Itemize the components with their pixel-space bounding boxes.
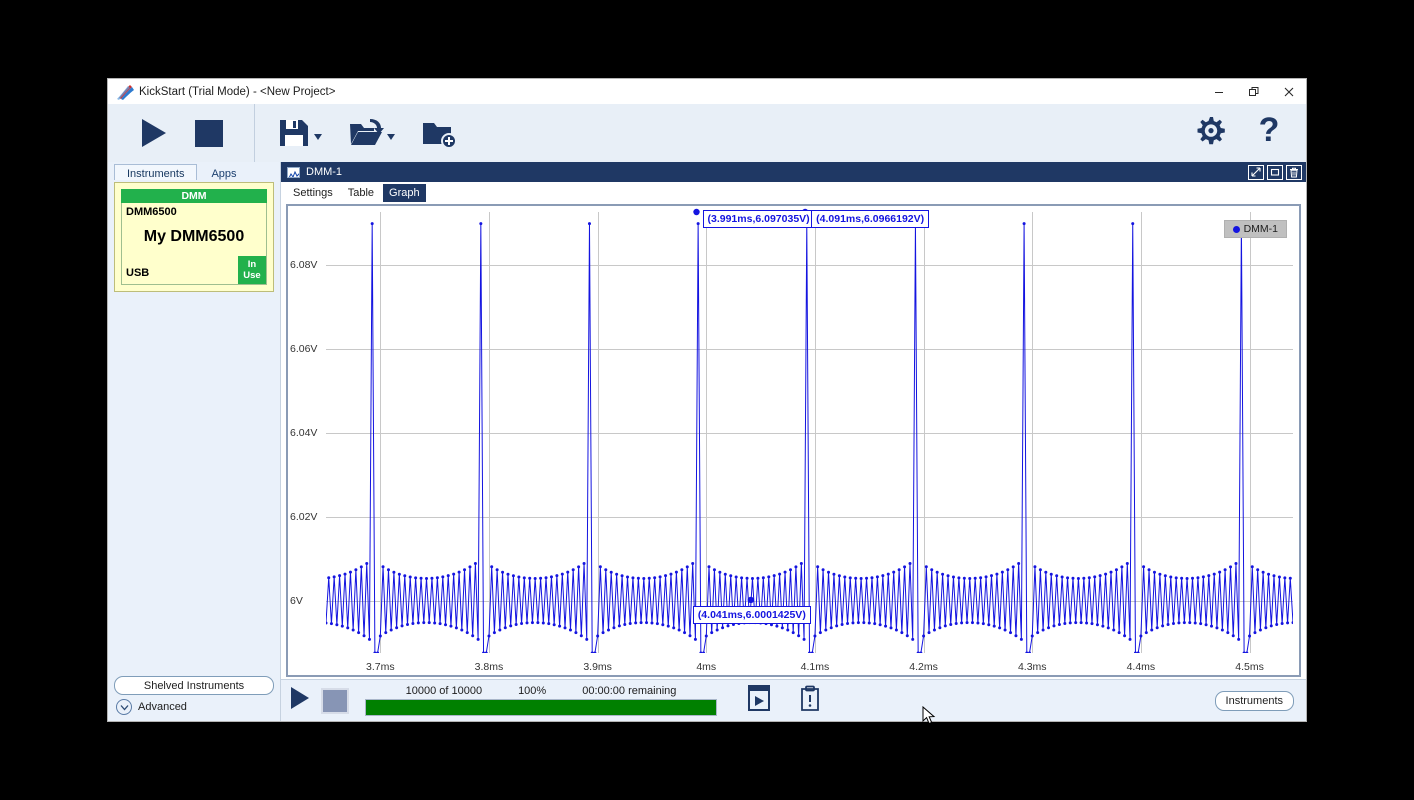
new-project-button[interactable]: [421, 116, 457, 150]
save-dropdown-caret-icon[interactable]: [314, 133, 322, 142]
instrument-card[interactable]: DMM DMM6500 My DMM6500 USB In Use: [114, 182, 274, 292]
close-button[interactable]: [1271, 79, 1306, 104]
progress-bar: [365, 699, 717, 716]
progress-bar-fill: [366, 700, 716, 715]
open-button[interactable]: [348, 116, 395, 150]
save-button[interactable]: [277, 116, 322, 150]
progress-remaining: 00:00:00 remaining: [582, 685, 677, 697]
graph-container[interactable]: 6V 6.02V 6.04V 6.06V 6.08V 3.7ms 3.8ms 3.9ms 4ms…: [286, 204, 1301, 677]
stop-square-icon: [192, 116, 226, 150]
open-dropdown-caret-icon[interactable]: [387, 133, 395, 142]
panel-header-buttons: [1248, 164, 1302, 180]
settings-button[interactable]: [1192, 113, 1228, 154]
instrument-model: DMM6500: [126, 206, 177, 218]
data-point-annotation[interactable]: (3.991ms,6.097035V): [702, 210, 815, 228]
progress-count: 10000 of 10000: [405, 685, 483, 697]
legend-color-dot: [1232, 225, 1240, 233]
window-body: Instruments Apps DMM DMM6500 My DMM6500 …: [108, 162, 1306, 721]
advanced-label: Advanced: [138, 701, 187, 713]
play-icon: [136, 116, 170, 150]
instruments-button[interactable]: Instruments: [1214, 690, 1294, 711]
progress-percent: 100%: [518, 685, 547, 697]
toolbar-right-group: ?: [1192, 111, 1284, 154]
toolbar-divider: [254, 104, 255, 162]
save-floppy-icon: [277, 116, 311, 150]
tab-graph[interactable]: Graph: [383, 184, 426, 202]
trash-icon[interactable]: [1286, 164, 1302, 180]
legend-label: DMM-1: [1243, 223, 1278, 235]
instrument-name: My DMM6500: [143, 228, 245, 245]
restore-panel-icon[interactable]: [1267, 164, 1283, 180]
progress-text: 10000 of 10000 100% 00:00:00 remaining: [365, 685, 717, 697]
instruments-button-label: Instruments: [1225, 694, 1283, 707]
expand-icon[interactable]: [1248, 164, 1264, 180]
svg-text:?: ?: [1259, 113, 1280, 149]
waveform-plot[interactable]: [288, 206, 1299, 675]
instrument-connection: USB: [126, 267, 150, 279]
dmm-chart-icon: [287, 166, 300, 178]
status-stop-button[interactable]: [321, 687, 349, 714]
instrument-category: DMM: [121, 189, 267, 203]
chevron-down-icon[interactable]: [116, 699, 132, 715]
chart-legend[interactable]: DMM-1: [1223, 220, 1287, 238]
title-bar: KickStart (Trial Mode) - <New Project>: [108, 79, 1306, 104]
data-point-annotation[interactable]: (4.041ms,6.0001425V): [692, 605, 811, 624]
status-badge: In Use: [238, 256, 266, 284]
chart-canvas[interactable]: 6V 6.02V 6.04V 6.06V 6.08V 3.7ms 3.8ms 3.9ms 4ms…: [288, 206, 1299, 675]
restore-button[interactable]: [1236, 79, 1271, 104]
status-bar-icons: [747, 685, 821, 716]
status-run-button[interactable]: [289, 686, 311, 715]
instrument-details: DMM6500 My DMM6500 USB In Use: [121, 203, 267, 285]
progress-area: 10000 of 10000 100% 00:00:00 remaining: [365, 685, 717, 716]
open-folder-icon: [348, 116, 384, 150]
main-panel: DMM-1 Settings Table Graph 6V 6.02V 6.04…: [281, 162, 1306, 721]
sidebar-tabs: Instruments Apps: [108, 162, 280, 180]
status-bar: 10000 of 10000 100% 00:00:00 remaining I…: [281, 679, 1306, 721]
help-button[interactable]: ?: [1254, 111, 1284, 154]
panel-title: DMM-1: [306, 166, 343, 178]
panel-header: DMM-1: [281, 162, 1306, 182]
data-point-annotation[interactable]: (4.091ms,6.0966192V): [811, 210, 930, 228]
run-button[interactable]: [136, 116, 170, 150]
export-button[interactable]: [747, 685, 771, 716]
shelved-instruments-label: Shelved Instruments: [143, 679, 245, 692]
application-window: KickStart (Trial Mode) - <New Project> ?…: [107, 78, 1307, 722]
stop-button[interactable]: [192, 116, 226, 150]
sidebar-tab-instruments[interactable]: Instruments: [114, 164, 198, 180]
shelved-instruments-button[interactable]: Shelved Instruments: [114, 676, 274, 695]
panel-tabs: Settings Table Graph: [281, 182, 1306, 202]
folder-add-icon: [421, 116, 457, 150]
minimize-button[interactable]: [1201, 79, 1236, 104]
window-controls: [1201, 79, 1306, 104]
log-button[interactable]: [799, 685, 821, 716]
window-title: KickStart (Trial Mode) - <New Project>: [139, 85, 336, 98]
instrument-footer: USB In Use: [122, 256, 266, 284]
sidebar-tab-apps[interactable]: Apps: [198, 164, 249, 180]
tab-table[interactable]: Table: [342, 184, 380, 202]
kickstart-logo-icon: [115, 83, 137, 101]
main-toolbar: ?: [108, 104, 1306, 162]
status-badge-label: In Use: [243, 259, 261, 281]
advanced-section-toggle[interactable]: Advanced: [108, 699, 280, 721]
tab-settings[interactable]: Settings: [287, 184, 339, 202]
left-sidebar: Instruments Apps DMM DMM6500 My DMM6500 …: [108, 162, 281, 721]
